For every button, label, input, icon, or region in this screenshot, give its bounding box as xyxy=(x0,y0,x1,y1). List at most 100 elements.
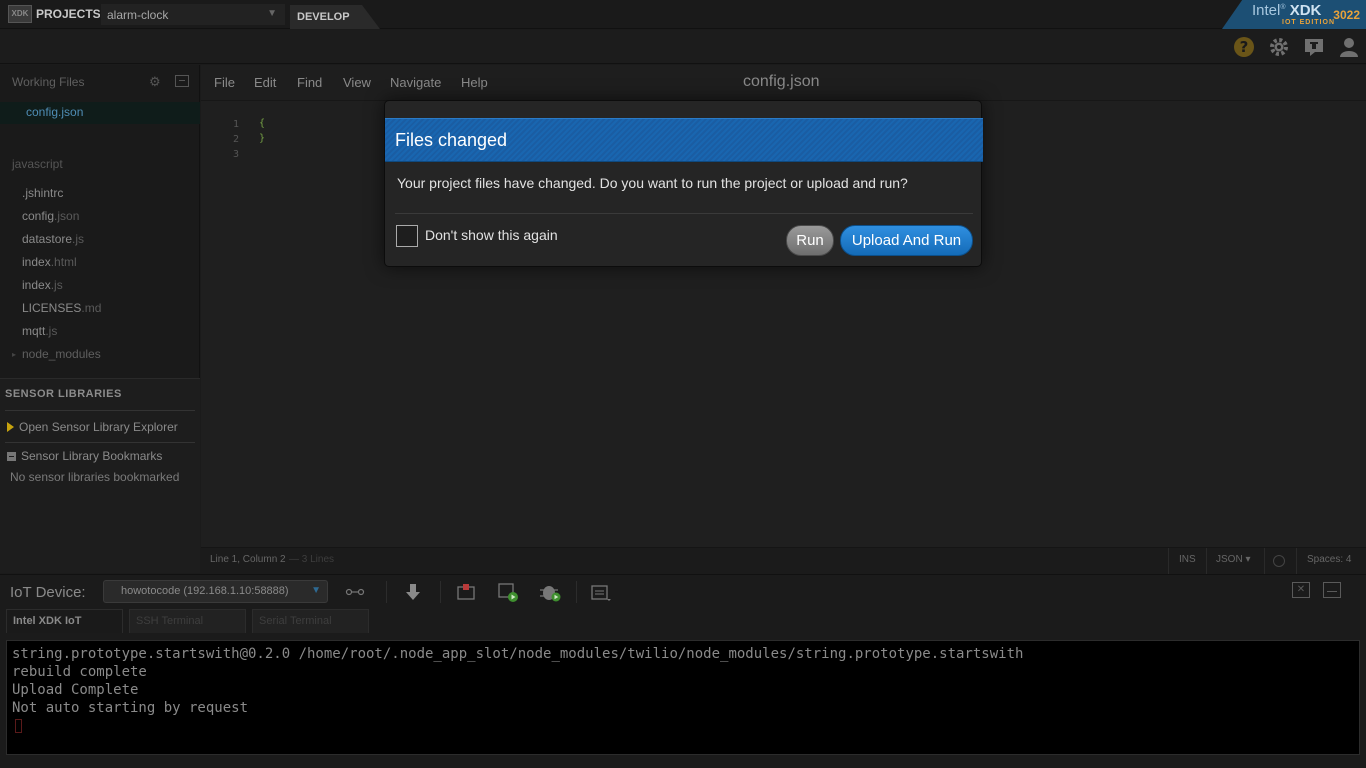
iot-device-label: IoT Device: xyxy=(10,584,86,601)
console-line: string.prototype.startswith@0.2.0 /home/… xyxy=(12,646,1024,662)
editor-filename: config.json xyxy=(743,73,820,90)
gear-icon[interactable]: ⚙ xyxy=(149,74,161,90)
code-line[interactable]: } xyxy=(259,133,265,144)
menu-file[interactable]: File xyxy=(214,75,235,90)
brand-text: Intel® XDK xyxy=(1252,2,1322,19)
line-number: 3 xyxy=(233,149,240,160)
console-cursor xyxy=(15,719,22,733)
file-item[interactable]: mqtt.js xyxy=(22,324,57,338)
project-name: alarm-clock xyxy=(107,8,169,22)
editor-menubar: File Edit Find View Navigate Help config… xyxy=(201,65,1366,101)
menu-view[interactable]: View xyxy=(343,75,371,90)
console-output[interactable]: string.prototype.startswith@0.2.0 /home/… xyxy=(6,640,1360,755)
working-files-header: Working Files ⚙ xyxy=(0,65,200,101)
insert-mode-toggle[interactable]: INS xyxy=(1179,554,1196,565)
iot-tabs: Intel XDK IoT SSH Terminal Serial Termin… xyxy=(6,609,1360,633)
working-file-item[interactable]: config.json xyxy=(0,102,200,124)
run-app-icon[interactable] xyxy=(495,581,521,603)
iot-device-select[interactable]: howotocode (192.168.1.10:58888) ▼ xyxy=(103,580,328,603)
brand-edition: IOT EDITION xyxy=(1282,19,1335,26)
bookmarks-empty-text: No sensor libraries bookmarked xyxy=(10,470,180,484)
lint-status-icon[interactable] xyxy=(1273,555,1285,567)
divider xyxy=(440,581,441,603)
collapse-icon xyxy=(7,452,16,461)
debug-app-icon[interactable] xyxy=(537,581,563,603)
sensor-bookmarks-label: Sensor Library Bookmarks xyxy=(21,449,163,463)
open-sensor-explorer-link[interactable]: Open Sensor Library Explorer xyxy=(7,419,197,437)
dialog-message: Your project files have changed. Do you … xyxy=(397,175,908,191)
upload-and-run-button[interactable]: Upload And Run xyxy=(840,225,973,256)
menu-navigate[interactable]: Navigate xyxy=(390,75,441,90)
divider xyxy=(386,581,387,603)
top-bar: XDK PROJECTS alarm-clock ▼ DEVELOP Intel… xyxy=(0,0,1366,29)
chevron-down-icon: ▼ xyxy=(267,8,277,19)
sensor-bookmarks-toggle[interactable]: Sensor Library Bookmarks xyxy=(7,448,197,466)
console-line: Not auto starting by request xyxy=(12,700,249,716)
folder-title[interactable]: javascript xyxy=(12,157,63,171)
line-number: 2 xyxy=(233,134,240,145)
code-line[interactable]: { xyxy=(259,118,265,129)
xdk-logo-icon[interactable]: XDK xyxy=(8,5,32,23)
stop-app-icon[interactable] xyxy=(453,581,479,603)
file-item[interactable]: index.js xyxy=(22,278,63,292)
console-line: Upload Complete xyxy=(12,682,139,698)
line-count: — 3 Lines xyxy=(289,554,335,565)
divider xyxy=(1296,548,1297,574)
file-item[interactable]: LICENSES.md xyxy=(22,301,101,315)
upload-icon[interactable] xyxy=(400,581,426,603)
tab-ssh-terminal[interactable]: SSH Terminal xyxy=(129,609,246,633)
board-manage-icon[interactable] xyxy=(588,581,614,603)
toolbar: ? xyxy=(0,30,1366,64)
divider xyxy=(1168,548,1169,574)
sidebar: Working Files ⚙ config.json javascript .… xyxy=(0,65,200,573)
console-line: rebuild complete xyxy=(12,664,147,680)
gear-icon[interactable] xyxy=(1267,35,1291,59)
intel-xdk-brand-logo: Intel® XDK 3022 IOT EDITION xyxy=(1222,0,1366,29)
split-view-icon[interactable] xyxy=(175,75,189,87)
menu-find[interactable]: Find xyxy=(297,75,322,90)
divider xyxy=(1206,548,1207,574)
file-item[interactable]: datastore.js xyxy=(22,232,84,246)
connect-icon[interactable] xyxy=(342,581,368,603)
dont-show-again-label[interactable]: Don't show this again xyxy=(425,227,558,243)
file-item[interactable]: index.html xyxy=(22,255,77,269)
folder-expand-icon[interactable]: ▸ xyxy=(12,350,16,359)
menu-edit[interactable]: Edit xyxy=(254,75,276,90)
open-sensor-explorer-label: Open Sensor Library Explorer xyxy=(19,420,178,434)
files-changed-dialog: Files changed Your project files have ch… xyxy=(384,100,983,267)
feedback-icon[interactable] xyxy=(1302,35,1326,59)
indent-spaces-setting[interactable]: Spaces: 4 xyxy=(1307,554,1351,565)
divider xyxy=(395,213,973,214)
divider xyxy=(5,410,195,411)
cursor-position[interactable]: Line 1, Column 2 xyxy=(210,554,286,565)
folder-item[interactable]: node_modules xyxy=(22,347,101,361)
iot-panel: IoT Device: howotocode (192.168.1.10:588… xyxy=(0,574,1366,768)
language-select[interactable]: JSON ▾ xyxy=(1216,554,1250,565)
file-item[interactable]: config.json xyxy=(22,209,79,223)
line-number: 1 xyxy=(233,119,240,130)
file-item[interactable]: .jshintrc xyxy=(22,186,63,200)
menu-help[interactable]: Help xyxy=(461,75,488,90)
dialog-title: Files changed xyxy=(395,130,508,150)
iot-device-value: howotocode (192.168.1.10:58888) xyxy=(121,585,289,597)
tab-intel-xdk-iot[interactable]: Intel XDK IoT xyxy=(6,609,123,633)
divider xyxy=(5,442,195,443)
run-button[interactable]: Run xyxy=(786,225,834,256)
projects-tab[interactable]: PROJECTS xyxy=(36,7,101,21)
brand-version: 3022 xyxy=(1333,8,1360,22)
develop-tab[interactable]: DEVELOP xyxy=(290,5,380,29)
dialog-header: Files changed xyxy=(385,118,983,162)
dont-show-again-checkbox[interactable] xyxy=(396,225,418,247)
working-file-name: config.json xyxy=(26,105,84,119)
divider xyxy=(576,581,577,603)
working-files-title: Working Files xyxy=(12,75,85,89)
console-tray-icon[interactable] xyxy=(1323,582,1341,598)
editor-statusbar: Line 1, Column 2 — 3 Lines INS JSON ▾ Sp… xyxy=(201,547,1366,574)
chevron-down-icon: ▼ xyxy=(311,585,321,596)
help-icon[interactable]: ? xyxy=(1232,35,1256,59)
user-icon[interactable] xyxy=(1337,35,1361,59)
project-select[interactable]: alarm-clock ▼ xyxy=(100,3,286,26)
clear-console-icon[interactable]: ✕ xyxy=(1292,582,1310,598)
sensor-libraries-title: SENSOR LIBRARIES xyxy=(5,388,122,400)
tab-serial-terminal[interactable]: Serial Terminal xyxy=(252,609,369,633)
